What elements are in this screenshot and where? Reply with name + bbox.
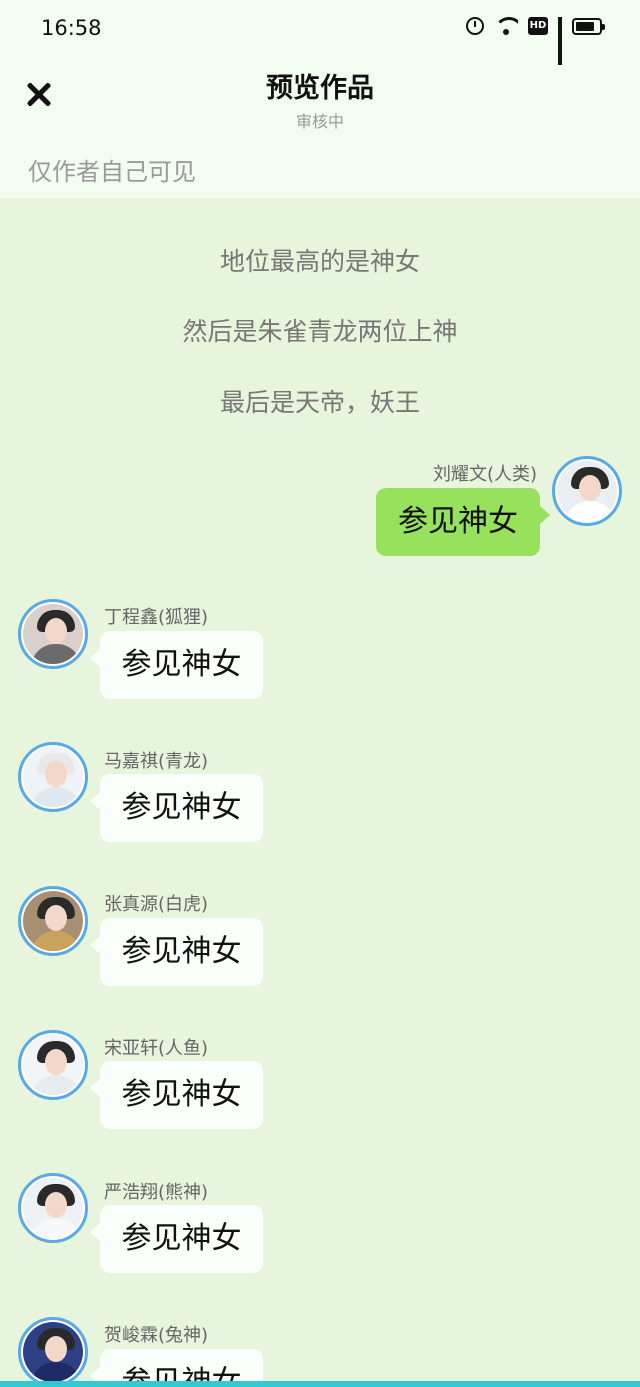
- avatar[interactable]: [18, 1317, 88, 1387]
- avatar[interactable]: [552, 456, 622, 526]
- status-time: 16:58: [41, 16, 102, 40]
- avatar[interactable]: [18, 1030, 88, 1100]
- top-bar: 16:58 HD 预览作品 审核中 仅作者自己可见: [0, 0, 640, 198]
- speaker-name: 张真源(白虎): [104, 894, 209, 915]
- narration-line: 地位最高的是神女: [219, 247, 420, 276]
- hd-icon: HD: [528, 17, 548, 35]
- speaker-name: 宋亚轩(人鱼): [104, 1038, 209, 1059]
- speaker-name: 贺峻霖(兔神): [104, 1325, 209, 1346]
- speaker-name: 马嘉祺(青龙): [104, 751, 209, 772]
- alarm-icon: [466, 17, 484, 35]
- narration-line: 最后是天帝，妖王: [219, 388, 420, 417]
- speaker-name: 丁程鑫(狐狸): [104, 607, 209, 628]
- bottom-bar: [0, 1381, 640, 1387]
- message-bubble[interactable]: 参见神女: [90, 631, 263, 699]
- speaker-name: 严浩翔(熊神): [104, 1182, 209, 1203]
- message-bubble[interactable]: 参见神女: [90, 918, 263, 986]
- status-bar: 16:58 HD: [0, 0, 640, 65]
- message-bubble[interactable]: 参见神女: [90, 1061, 263, 1129]
- avatar[interactable]: [18, 886, 88, 956]
- review-status: 审核中: [295, 112, 344, 131]
- status-icons: HD: [466, 17, 605, 65]
- wifi-icon: [494, 17, 518, 35]
- message-bubble[interactable]: 参见神女: [90, 774, 263, 842]
- battery-icon: [572, 17, 605, 35]
- avatar[interactable]: [18, 599, 88, 669]
- page-title: 预览作品: [266, 73, 374, 104]
- avatar[interactable]: [18, 742, 88, 812]
- avatar[interactable]: [18, 1173, 88, 1243]
- speaker-name: 刘耀文(人类): [432, 464, 537, 485]
- 4g-signal-icon: [558, 17, 562, 65]
- message-bubble[interactable]: 参见神女: [376, 488, 550, 556]
- message-bubble[interactable]: 参见神女: [90, 1205, 263, 1273]
- visibility-note: 仅作者自己可见: [28, 158, 196, 186]
- narration-line: 然后是朱雀青龙两位上神: [182, 317, 458, 346]
